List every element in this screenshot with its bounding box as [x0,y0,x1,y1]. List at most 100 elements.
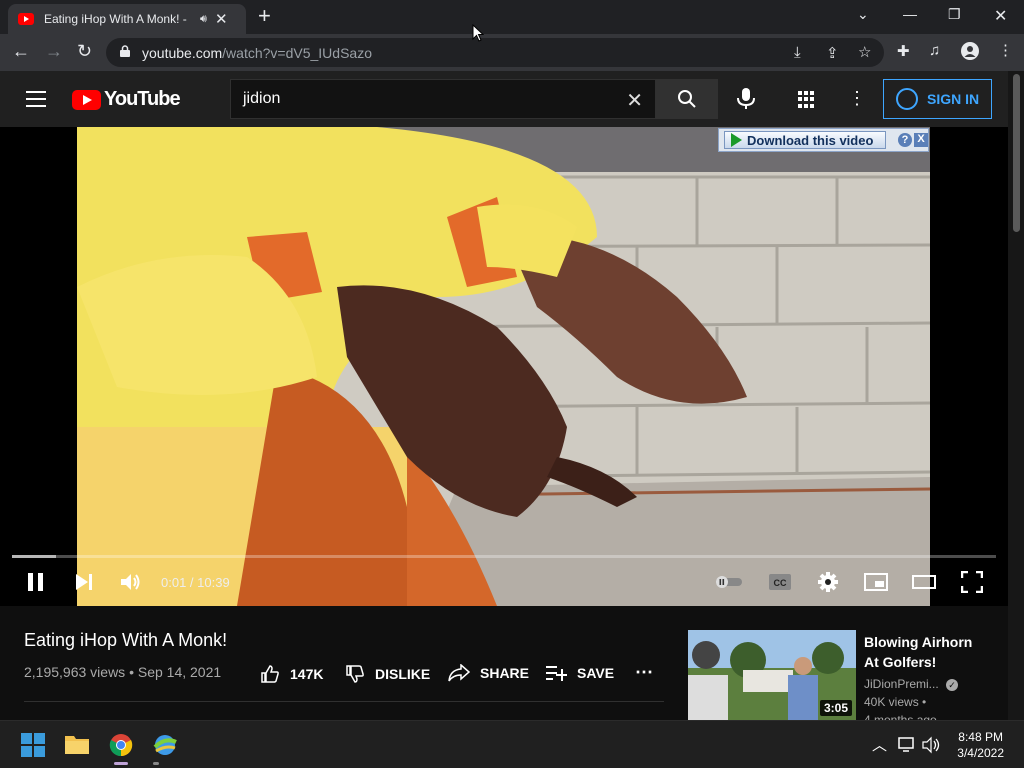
clear-search-icon[interactable]: ✕ [626,88,643,113]
recommended-video[interactable]: 3:05 Blowing Airhorn At Golfers! JiDionP… [688,630,988,727]
microphone-icon[interactable] [735,87,757,111]
network-app-icon[interactable] [152,733,178,757]
clock-date: 3/4/2022 [957,746,1004,760]
restore-window-button[interactable]: ❐ [948,6,961,23]
video-frame-image [77,127,930,606]
sign-in-button[interactable]: SIGN IN [883,79,992,119]
pause-icon[interactable] [27,572,45,592]
recommended-thumbnail[interactable]: 3:05 [688,630,856,720]
back-arrow-icon[interactable]: ← [12,41,30,62]
share-arrow-icon [448,664,470,682]
download-close-button[interactable]: X [914,133,928,147]
dislike-button[interactable]: DISLIKE [345,664,430,684]
lock-icon [120,45,130,57]
recommended-views: 40K views • [864,695,927,709]
autoplay-toggle-icon[interactable] [714,575,744,589]
settings-gear-icon[interactable] [817,571,839,593]
recommended-channel-name: JiDionPremi... [864,677,939,691]
windows-start-icon[interactable] [21,733,45,757]
browser-tab-strip: Eating iHop With A Monk! - 🔊︎ ✕ + ⌄ — ❐ … [0,0,1024,34]
mouse-cursor-icon [472,24,484,42]
youtube-logo-text: YouTube [104,88,181,110]
show-hidden-icons-chevron-icon[interactable]: ︿ [872,734,887,755]
recommended-title[interactable]: Blowing Airhorn At Golfers! [864,632,984,672]
chrome-menu-icon[interactable]: ⋮ [998,41,1013,59]
url-text: youtube.com/watch?v=dV5_IUdSazo [142,45,372,61]
download-video-toolbar: Download this video ? X [718,128,929,152]
more-actions-icon[interactable]: ⋯ [635,662,653,683]
new-tab-button[interactable]: + [258,5,271,27]
download-help-button[interactable]: ? [898,133,912,147]
system-clock[interactable]: 8:48 PM 3/4/2022 [957,729,1004,761]
download-video-button[interactable]: Download this video [724,131,886,149]
clock-time: 8:48 PM [958,730,1003,744]
fullscreen-icon[interactable] [961,571,983,593]
running-app-indicator [153,762,159,765]
active-app-indicator [114,762,128,765]
search-button[interactable] [656,79,718,119]
sign-in-label: SIGN IN [927,91,980,107]
svg-text:CC: CC [774,578,787,588]
video-frame[interactable] [77,127,930,606]
tab-title: Eating iHop With A Monk! - [44,12,187,26]
youtube-header: YouTube jidion ✕ ⋮ SIGN IN [0,71,1008,127]
share-button[interactable]: SHARE [448,664,529,682]
forward-arrow-icon[interactable]: → [45,41,63,62]
settings-more-icon[interactable]: ⋮ [848,88,866,109]
video-progress-bar[interactable] [12,555,996,558]
video-player[interactable]: Download this video ? X 0:01 / 10:39 CC [0,127,1008,606]
close-tab-icon[interactable]: ✕ [215,10,228,28]
page-scrollbar-thumb[interactable] [1013,74,1020,232]
captions-icon[interactable]: CC [768,573,792,591]
search-query-text: jidion [243,90,281,107]
save-button[interactable]: SAVE [545,664,614,682]
video-info-area: Eating iHop With A Monk! 2,195,963 views… [0,606,1008,727]
video-meta: 2,195,963 views • Sep 14, 2021 [24,664,222,680]
bookmark-star-icon[interactable]: ☆ [858,43,871,61]
recommended-channel[interactable]: JiDionPremi... ✓ [864,677,959,691]
reload-icon[interactable]: ↻ [77,41,92,62]
install-app-icon[interactable]: ⤓ [794,44,801,61]
thumbs-down-icon [346,665,364,683]
volume-icon[interactable] [120,572,142,592]
dislike-label: DISLIKE [375,666,431,682]
share-label: SHARE [480,665,530,681]
file-explorer-icon[interactable] [64,733,90,755]
like-button[interactable]: 147K [260,664,323,684]
minimize-window-button[interactable]: — [903,6,917,22]
user-circle-icon [896,88,918,110]
search-icon [678,90,696,108]
speaker-volume-icon[interactable] [922,736,942,754]
verified-check-icon: ✓ [946,679,959,691]
address-bar[interactable]: youtube.com/watch?v=dV5_IUdSazo ⤓ ⇪ ☆ [106,38,884,67]
video-progress-played [12,555,57,558]
apps-grid-icon[interactable] [798,91,815,108]
extensions-puzzle-icon[interactable]: ✚ [897,42,910,60]
save-label: SAVE [577,665,615,681]
miniplayer-icon[interactable] [864,573,888,591]
video-title: Eating iHop With A Monk! [24,630,228,650]
download-play-icon [731,133,742,147]
download-video-label: Download this video [747,132,874,148]
next-video-icon[interactable] [75,573,93,591]
thumbs-up-icon [261,665,279,683]
youtube-logo[interactable]: YouTube [72,88,181,111]
share-page-icon[interactable]: ⇪ [826,44,839,62]
network-status-icon[interactable] [898,737,916,753]
chrome-browser-icon[interactable] [109,733,133,757]
media-control-icon[interactable]: ♫ [929,42,940,59]
theater-mode-icon[interactable] [912,575,936,589]
audio-playing-icon[interactable]: 🔊︎ [200,13,207,26]
youtube-play-logo-icon [72,89,101,110]
search-input[interactable]: jidion ✕ [230,79,656,119]
close-window-button[interactable]: ✕ [994,6,1007,26]
time-display: 0:01 / 10:39 [161,575,230,590]
hamburger-menu-icon[interactable] [26,91,46,107]
windows-taskbar: ︿ 8:48 PM 3/4/2022 [0,720,1024,768]
tab-search-chevron-icon[interactable]: ⌄ [857,6,869,23]
player-controls: 0:01 / 10:39 CC [0,563,1008,603]
divider [24,701,664,702]
profile-avatar-icon[interactable] [961,42,979,60]
video-duration: 3:05 [819,700,852,716]
browser-tab[interactable]: Eating iHop With A Monk! - 🔊︎ ✕ [8,4,246,34]
